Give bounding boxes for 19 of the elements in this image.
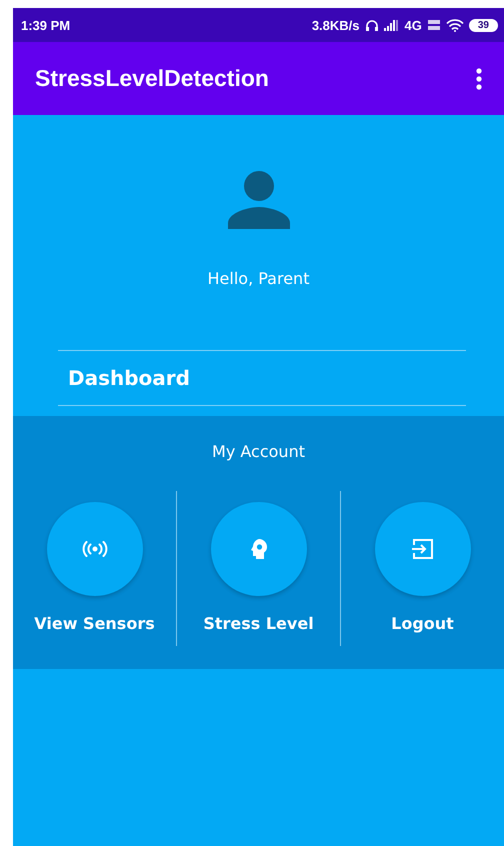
account-heading: My Account [212, 442, 305, 461]
action-label: View Sensors [34, 614, 155, 633]
person-icon [228, 171, 290, 229]
wifi-icon [446, 18, 464, 32]
network-speed: 3.8KB/s [312, 18, 360, 32]
more-options-icon[interactable] [476, 68, 482, 90]
exit-icon [410, 537, 434, 561]
status-time: 1:39 PM [21, 18, 70, 32]
battery-indicator: 39 [468, 18, 498, 32]
action-label: Stress Level [203, 614, 314, 633]
signal-icon [384, 20, 400, 30]
app-title: StressLevelDetection [35, 65, 269, 92]
headphones-icon [364, 18, 379, 32]
network-type: 4G [404, 18, 422, 32]
head-gear-icon [250, 539, 268, 559]
broadcast-icon [80, 541, 108, 557]
action-label: Logout [391, 614, 454, 633]
greeting-text: Hello, Parent [208, 269, 310, 288]
dashboard-heading: Dashboard [68, 366, 190, 390]
